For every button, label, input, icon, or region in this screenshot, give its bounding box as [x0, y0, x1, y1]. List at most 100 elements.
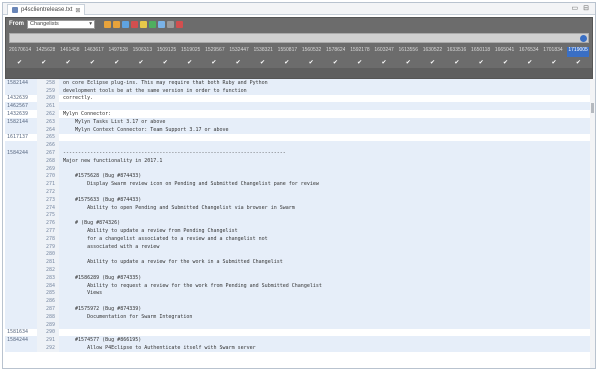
editor-line[interactable]: 264 Mylyn Context Connector: Team Suppor…: [5, 125, 593, 134]
revision-checkbox[interactable]: ✔: [138, 59, 143, 67]
revision-checkbox[interactable]: ✔: [479, 59, 484, 67]
editor-line[interactable]: 270 #1575628 (Bug #874433): [5, 172, 593, 181]
editor-line[interactable]: 1582144 263 Mylyn Tasks List 3.17 or abov…: [5, 118, 593, 126]
maximize-icon[interactable]: ⊟: [583, 4, 589, 12]
minimize-icon[interactable]: ▭: [572, 4, 579, 12]
history-icon[interactable]: [158, 20, 165, 28]
revision-column-header[interactable]: 1497528: [108, 47, 127, 57]
editor-line[interactable]: 292 Allow P4Eclipse to Authenticate itse…: [5, 344, 593, 352]
filter-icon[interactable]: [131, 20, 138, 28]
revision-column-header[interactable]: 1461458: [60, 47, 79, 57]
revision-checkbox[interactable]: ✔: [406, 59, 411, 67]
editor-line[interactable]: 274 Ability to open Pending and Submitte…: [5, 203, 593, 212]
revision-checkbox[interactable]: ✔: [284, 59, 289, 67]
revision-checkbox[interactable]: ✔: [430, 59, 435, 67]
revision-column-header[interactable]: 1701834: [543, 47, 562, 57]
revision-column-header[interactable]: 1529567: [205, 47, 224, 57]
editor-line[interactable]: 268 Major new functionality in 2017.1: [5, 157, 593, 165]
tab-p4sclientrelease[interactable]: p4sclientrelease.txt ⊠: [7, 4, 86, 15]
revision-checkbox[interactable]: ✔: [552, 59, 557, 67]
revision-column-header[interactable]: 1509125: [157, 47, 176, 57]
editor-line[interactable]: 276 # (Bug #874326): [5, 219, 593, 228]
editor-line[interactable]: 281 Ability to update a review for the w…: [5, 258, 593, 267]
editor-line[interactable]: 1581634 290: [5, 328, 593, 337]
blame-changelist[interactable]: 1584244: [5, 150, 37, 156]
editor-line[interactable]: 1582144 258 on core Eclipse plug-ins. This…: [5, 79, 593, 87]
revision-column-header[interactable]: 1578624: [326, 47, 345, 57]
diff-icon[interactable]: [140, 20, 147, 28]
blame-changelist[interactable]: 1432639: [5, 111, 37, 117]
revision-checkbox[interactable]: ✔: [90, 59, 95, 67]
revision-checkbox[interactable]: ✔: [454, 59, 459, 67]
forward-icon[interactable]: [113, 20, 120, 28]
vertical-scrollbar[interactable]: [590, 79, 595, 368]
revision-checkbox[interactable]: ✔: [66, 59, 71, 67]
editor-line[interactable]: 1462567 261: [5, 102, 593, 111]
editor-line[interactable]: 288 Documentation for Swarm Integration: [5, 313, 593, 321]
revision-column-header[interactable]: 1425628: [36, 47, 55, 57]
revision-checkbox[interactable]: ✔: [503, 59, 508, 67]
editor-line[interactable]: 259 development tools be at the same vers…: [5, 86, 593, 95]
revision-column-header[interactable]: 1676534: [519, 47, 538, 57]
revision-column-header[interactable]: 1506313: [133, 47, 152, 57]
revision-checkbox[interactable]: ✔: [236, 59, 241, 67]
revision-checkbox[interactable]: ✔: [527, 59, 532, 67]
revision-checkbox[interactable]: ✔: [309, 59, 314, 67]
blame-changelist[interactable]: 1462567: [5, 103, 37, 109]
editor-content[interactable]: 1582144 258 on core Eclipse plug-ins. This…: [5, 79, 593, 368]
revision-column-header[interactable]: 1538321: [254, 47, 273, 57]
revision-column-header[interactable]: 1550817: [278, 47, 297, 57]
editor-line[interactable]: 289: [5, 320, 593, 329]
revision-column-header[interactable]: 1463617: [84, 47, 103, 57]
revision-column-header[interactable]: 1650118: [471, 47, 490, 57]
revision-checkbox[interactable]: ✔: [41, 59, 46, 67]
revision-checkbox[interactable]: ✔: [576, 59, 581, 67]
blame-changelist[interactable]: 1581634: [5, 329, 37, 335]
revision-checkbox[interactable]: ✔: [187, 59, 192, 67]
editor-line[interactable]: 284 Ability to request a review for the …: [5, 281, 593, 290]
editor-line[interactable]: 273 #1575633 (Bug #874433): [5, 196, 593, 204]
revision-column-header[interactable]: 1592178: [350, 47, 369, 57]
revision-checkbox[interactable]: ✔: [163, 59, 168, 67]
back-icon[interactable]: [104, 20, 111, 28]
revision-column-header[interactable]: 1532447: [229, 47, 248, 57]
blame-changelist[interactable]: 1432639: [5, 95, 37, 101]
blame-changelist[interactable]: 1582144: [5, 119, 37, 125]
editor-line[interactable]: 275: [5, 211, 593, 220]
stream-select[interactable]: Changelists ▾: [27, 19, 95, 29]
close-icon[interactable]: ⊠: [75, 7, 80, 14]
blame-changelist[interactable]: 1584244: [5, 337, 37, 343]
editor-line[interactable]: 277 Ability to update a review from Pend…: [5, 227, 593, 235]
editor-line[interactable]: 280: [5, 250, 593, 259]
revision-checkbox[interactable]: ✔: [260, 59, 265, 67]
editor-line[interactable]: 287 #1575972 (Bug #874339): [5, 305, 593, 313]
editor-line[interactable]: 1432639 260 correctly.: [5, 94, 593, 103]
editor-line[interactable]: 285 Views: [5, 289, 593, 298]
editor-line[interactable]: 283 #1586289 (Bug #874335): [5, 274, 593, 282]
revision-column-header[interactable]: 1603247: [374, 47, 393, 57]
revision-column-header[interactable]: 1519025: [181, 47, 200, 57]
editor-line[interactable]: 278 for a changelist associated to a rev…: [5, 235, 593, 243]
remove-icon[interactable]: [176, 20, 183, 28]
revision-checkbox[interactable]: ✔: [333, 59, 338, 67]
revision-column-header[interactable]: 1665041: [495, 47, 514, 57]
scrollbar-thumb[interactable]: [591, 103, 594, 113]
refresh-icon[interactable]: [122, 20, 129, 28]
settings-icon[interactable]: [167, 20, 174, 28]
revision-slider[interactable]: [9, 33, 589, 43]
editor-line[interactable]: 1584244 267 ------------------------------…: [5, 149, 593, 157]
editor-line[interactable]: 269: [5, 164, 593, 173]
editor-line[interactable]: 282: [5, 266, 593, 274]
slider-knob[interactable]: [580, 35, 587, 42]
revision-column-header[interactable]: 1630522: [423, 47, 442, 57]
revision-column-header[interactable]: 1613556: [399, 47, 418, 57]
editor-line[interactable]: 286: [5, 297, 593, 306]
revision-checkbox[interactable]: ✔: [381, 59, 386, 67]
revision-checkbox[interactable]: ✔: [211, 59, 216, 67]
revision-checkbox[interactable]: ✔: [357, 59, 362, 67]
revision-column-header[interactable]: 1719005: [567, 47, 589, 57]
editor-line[interactable]: 266: [5, 141, 593, 150]
revision-checkbox[interactable]: ✔: [17, 59, 22, 67]
revision-column-header[interactable]: 1633516: [447, 47, 466, 57]
blame-changelist[interactable]: 1617137: [5, 134, 37, 140]
